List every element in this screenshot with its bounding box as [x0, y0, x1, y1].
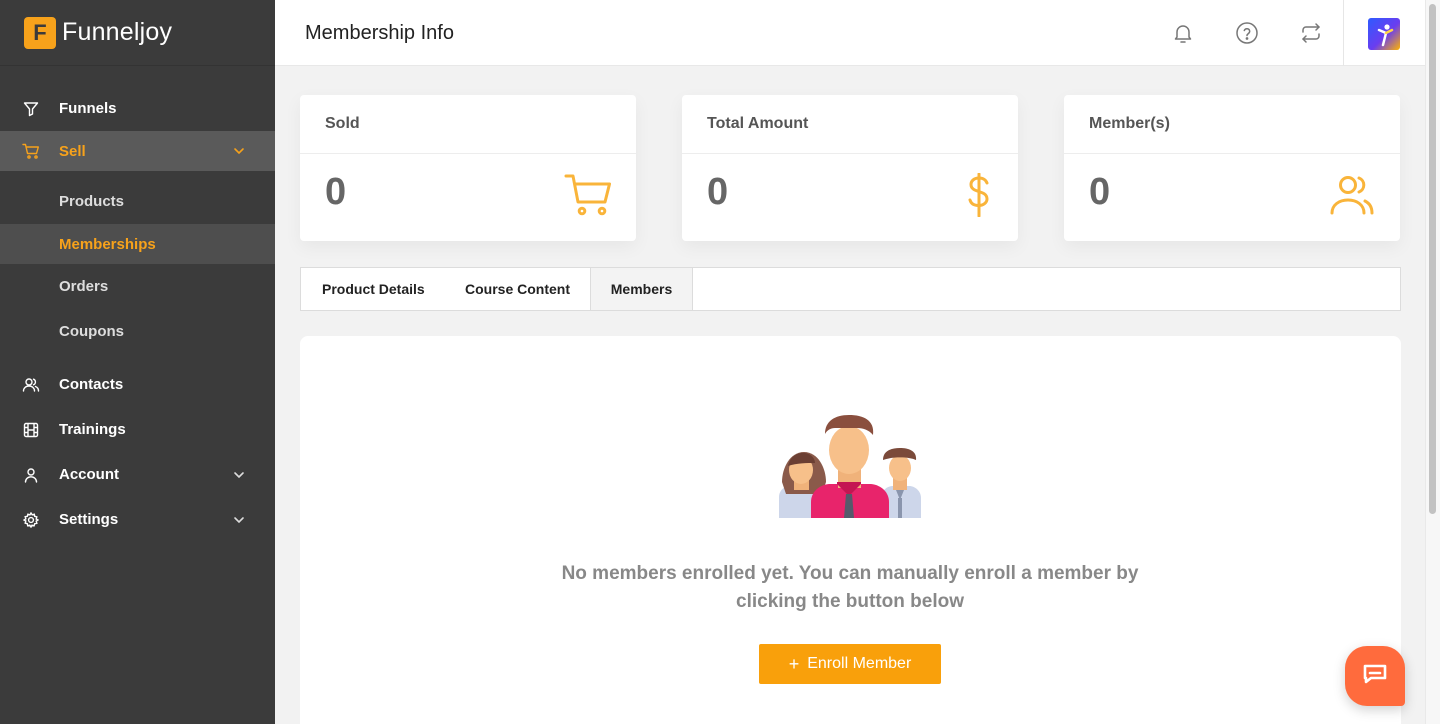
- brand-name: Funneljoy: [62, 18, 173, 46]
- brand-logo: F: [24, 16, 56, 49]
- gear-icon: [22, 511, 40, 529]
- enroll-member-label: Enroll Member: [807, 655, 912, 672]
- tab-product-details[interactable]: Product Details: [301, 268, 445, 310]
- sell-submenu: Products Memberships Orders Coupons: [0, 171, 275, 362]
- tab-members[interactable]: Members: [590, 268, 693, 310]
- plus-icon: +: [788, 653, 800, 674]
- sidebar-subitem-memberships[interactable]: Memberships: [0, 224, 275, 264]
- filter-icon: [22, 100, 40, 118]
- chevron-down-icon: [234, 516, 244, 523]
- stat-card-total-amount: Total Amount 0: [682, 95, 1018, 241]
- scrollbar-thumb[interactable]: [1429, 4, 1436, 514]
- sidebar-item-sell[interactable]: Sell: [0, 131, 275, 171]
- sidebar-subitem-orders[interactable]: Orders: [0, 264, 275, 309]
- help-icon[interactable]: [1235, 21, 1259, 45]
- users-icon: [1328, 173, 1376, 217]
- chat-icon: [1362, 663, 1388, 690]
- bell-icon[interactable]: [1171, 21, 1195, 45]
- sidebar-subitem-products[interactable]: Products: [0, 179, 275, 224]
- sidebar: F Funneljoy Funnels Sell Products Member…: [0, 0, 275, 724]
- avatar[interactable]: [1368, 18, 1400, 50]
- sidebar-item-account[interactable]: Account: [0, 452, 275, 497]
- page-title: Membership Info: [305, 22, 454, 44]
- stat-card-sold: Sold 0: [300, 95, 636, 241]
- empty-state-message: No members enrolled yet. You can manuall…: [561, 563, 1139, 612]
- stat-value: 0: [1089, 171, 1111, 213]
- tab-course-content[interactable]: Course Content: [445, 268, 590, 310]
- sidebar-item-settings[interactable]: Settings: [0, 497, 275, 542]
- sidebar-item-trainings[interactable]: Trainings: [0, 407, 275, 452]
- switch-icon[interactable]: [1299, 21, 1323, 45]
- film-icon: [22, 421, 40, 439]
- sidebar-item-label: Contacts: [59, 376, 124, 393]
- cart-icon: [22, 142, 40, 160]
- dollar-icon: [946, 172, 994, 218]
- sidebar-item-label: Account: [59, 466, 119, 483]
- topbar: Membership Info: [275, 0, 1425, 66]
- stat-card-members: Member(s) 0: [1064, 95, 1400, 241]
- topbar-divider: [1343, 0, 1344, 66]
- sidebar-item-funnels[interactable]: Funnels: [0, 86, 275, 131]
- tab-bar: Product Details Course Content Members: [300, 267, 1401, 311]
- stat-title: Member(s): [1064, 95, 1400, 154]
- sidebar-subitem-coupons[interactable]: Coupons: [0, 309, 275, 354]
- sidebar-item-label: Sell: [59, 142, 86, 160]
- stat-title: Total Amount: [682, 95, 1018, 154]
- user-icon: [22, 466, 40, 484]
- chevron-down-icon: [234, 471, 244, 478]
- brand[interactable]: F Funneljoy: [0, 0, 275, 66]
- members-illustration: [779, 414, 921, 518]
- sidebar-nav: Funnels Sell Products Memberships Orders…: [0, 66, 275, 542]
- chat-widget-button[interactable]: [1345, 646, 1405, 706]
- stat-value: 0: [325, 171, 347, 213]
- stat-title: Sold: [300, 95, 636, 154]
- sidebar-item-contacts[interactable]: Contacts: [0, 362, 275, 407]
- sidebar-item-label: Funnels: [59, 100, 117, 117]
- stat-value: 0: [707, 171, 729, 213]
- chevron-down-icon: [234, 148, 244, 155]
- members-panel: No members enrolled yet. You can manuall…: [300, 336, 1401, 724]
- sidebar-item-label: Trainings: [59, 421, 126, 438]
- cart-icon: [564, 173, 612, 217]
- sidebar-item-label: Settings: [59, 511, 119, 528]
- users-icon: [22, 376, 40, 394]
- enroll-member-button[interactable]: + Enroll Member: [759, 644, 941, 684]
